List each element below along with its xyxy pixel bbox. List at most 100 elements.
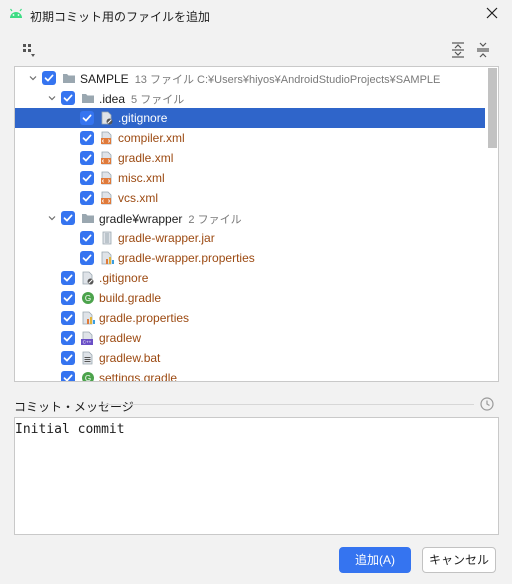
tree-item-name: build.gradle — [99, 291, 162, 305]
tree-item-label: gradle.xml — [118, 151, 173, 165]
properties-file-icon — [81, 311, 95, 325]
gradle-file-icon: G — [81, 371, 95, 382]
chevron-down-icon[interactable] — [46, 92, 58, 104]
gitignore-file-icon — [100, 111, 114, 125]
close-icon — [486, 7, 498, 19]
bat-file-icon — [81, 351, 95, 365]
xml-file-icon — [100, 171, 114, 185]
tree-item-name: .gitignore — [118, 111, 168, 125]
folder-icon — [62, 71, 76, 85]
tree-item-name: gradlew — [99, 331, 142, 345]
cancel-button[interactable]: キャンセル — [422, 547, 496, 573]
tree-file-row[interactable]: .gitignore — [15, 108, 485, 128]
tree-item-label: gradle.properties — [99, 311, 189, 325]
tree-item-name: gradle¥wrapper — [99, 212, 183, 226]
tree-item-name: vcs.xml — [118, 191, 158, 205]
tree-item-name: .gitignore — [99, 271, 149, 285]
xml-file-icon — [100, 131, 114, 145]
file-checkbox[interactable] — [80, 111, 94, 125]
tree-item-label: compiler.xml — [118, 131, 185, 145]
tree-scrollbar[interactable] — [488, 68, 497, 148]
svg-text:G: G — [85, 374, 91, 382]
file-checkbox[interactable] — [61, 351, 75, 365]
file-checkbox[interactable] — [80, 251, 94, 265]
android-studio-icon — [8, 7, 24, 24]
toolbar — [0, 38, 512, 62]
tree-folder-row[interactable]: .idea 5 ファイル — [15, 88, 485, 108]
file-checkbox[interactable] — [61, 211, 75, 225]
tree-item-name: misc.xml — [118, 171, 165, 185]
tree-file-row[interactable]: gradle-wrapper.properties — [15, 248, 485, 268]
tree-item-label: vcs.xml — [118, 191, 158, 205]
file-checkbox[interactable] — [42, 71, 56, 85]
tree-file-row[interactable]: Gsettings.gradle — [15, 368, 485, 382]
tree-item-name: .idea — [99, 92, 126, 106]
script-file-icon: C++ — [81, 331, 95, 345]
file-checkbox[interactable] — [61, 291, 75, 305]
tree-item-meta: 2 ファイル — [188, 214, 242, 226]
file-checkbox[interactable] — [80, 131, 94, 145]
jar-file-icon — [100, 231, 114, 245]
tree-item-label: misc.xml — [118, 171, 165, 185]
file-checkbox[interactable] — [80, 171, 94, 185]
gradle-file-icon: G — [81, 291, 95, 305]
tree-item-name: SAMPLE — [80, 72, 129, 86]
tree-item-label: gradlew — [99, 331, 141, 345]
tree-item-name: compiler.xml — [118, 131, 185, 145]
file-checkbox[interactable] — [61, 331, 75, 345]
tree-item-meta: 5 ファイル — [131, 94, 185, 106]
tree-item-meta: 13 ファイル C:¥Users¥hiyos¥AndroidStudioProj… — [134, 74, 441, 86]
history-icon[interactable] — [479, 396, 495, 415]
title-bar: 初期コミット用のファイルを追加 — [0, 0, 512, 30]
tree-item-name: gradle.xml — [118, 151, 174, 165]
file-tree[interactable]: SAMPLE 13 ファイル C:¥Users¥hiyos¥AndroidStud… — [14, 66, 499, 382]
chevron-down-icon[interactable] — [27, 72, 39, 84]
tree-file-row[interactable]: compiler.xml — [15, 128, 485, 148]
tree-item-label: settings.gradle — [99, 371, 177, 381]
file-checkbox[interactable] — [61, 91, 75, 105]
tree-file-row[interactable]: C++ gradlew — [15, 328, 485, 348]
commit-message-label: コミット・メッセージ — [14, 400, 134, 414]
add-button[interactable]: 追加(A) — [339, 547, 411, 573]
file-checkbox[interactable] — [61, 311, 75, 325]
svg-text:C++: C++ — [83, 340, 92, 345]
tree-item-label: gradle-wrapper.properties — [118, 251, 255, 265]
tree-item-label: .gitignore — [118, 111, 167, 125]
tree-item-label: build.gradle — [99, 291, 161, 305]
tree-file-row[interactable]: misc.xml — [15, 168, 485, 188]
collapse-all-icon[interactable] — [474, 41, 492, 59]
tree-file-row[interactable]: gradle-wrapper.jar — [15, 228, 485, 248]
tree-item-name: gradle-wrapper.properties — [118, 251, 255, 265]
tree-file-row[interactable]: vcs.xml — [15, 188, 485, 208]
tree-item-label: .gitignore — [99, 271, 148, 285]
tree-file-row[interactable]: gradlew.bat — [15, 348, 485, 368]
tree-file-row[interactable]: Gbuild.gradle — [15, 288, 485, 308]
group-by-icon[interactable] — [20, 41, 38, 59]
tree-item-name: gradle.properties — [99, 311, 190, 325]
file-checkbox[interactable] — [61, 271, 75, 285]
tree-file-row[interactable]: .gitignore — [15, 268, 485, 288]
file-checkbox[interactable] — [80, 231, 94, 245]
xml-file-icon — [100, 151, 114, 165]
tree-file-row[interactable]: gradle.xml — [15, 148, 485, 168]
tree-item-label: SAMPLE 13 ファイル C:¥Users¥hiyos¥AndroidStud… — [80, 71, 440, 87]
tree-folder-row[interactable]: gradle¥wrapper 2 ファイル — [15, 208, 485, 228]
tree-folder-row[interactable]: SAMPLE 13 ファイル C:¥Users¥hiyos¥AndroidStud… — [15, 68, 485, 88]
properties-file-icon — [100, 251, 114, 265]
folder-icon — [81, 211, 95, 225]
tree-item-label: gradlew.bat — [99, 351, 160, 365]
expand-all-icon[interactable] — [449, 41, 467, 59]
gitignore-file-icon — [81, 271, 95, 285]
file-checkbox[interactable] — [61, 371, 75, 381]
commit-message-input[interactable]: Initial commit — [14, 417, 499, 535]
commit-message-text[interactable]: Initial commit — [15, 422, 125, 437]
tree-file-row[interactable]: gradle.properties — [15, 308, 485, 328]
file-checkbox[interactable] — [80, 191, 94, 205]
file-checkbox[interactable] — [80, 151, 94, 165]
close-button[interactable] — [482, 5, 502, 25]
tree-item-label: .idea 5 ファイル — [99, 91, 184, 107]
tree-item-label: gradle-wrapper.jar — [118, 231, 215, 245]
tree-item-name: gradlew.bat — [99, 351, 161, 365]
chevron-down-icon[interactable] — [46, 212, 58, 224]
tree-item-name: gradle-wrapper.jar — [118, 231, 215, 245]
